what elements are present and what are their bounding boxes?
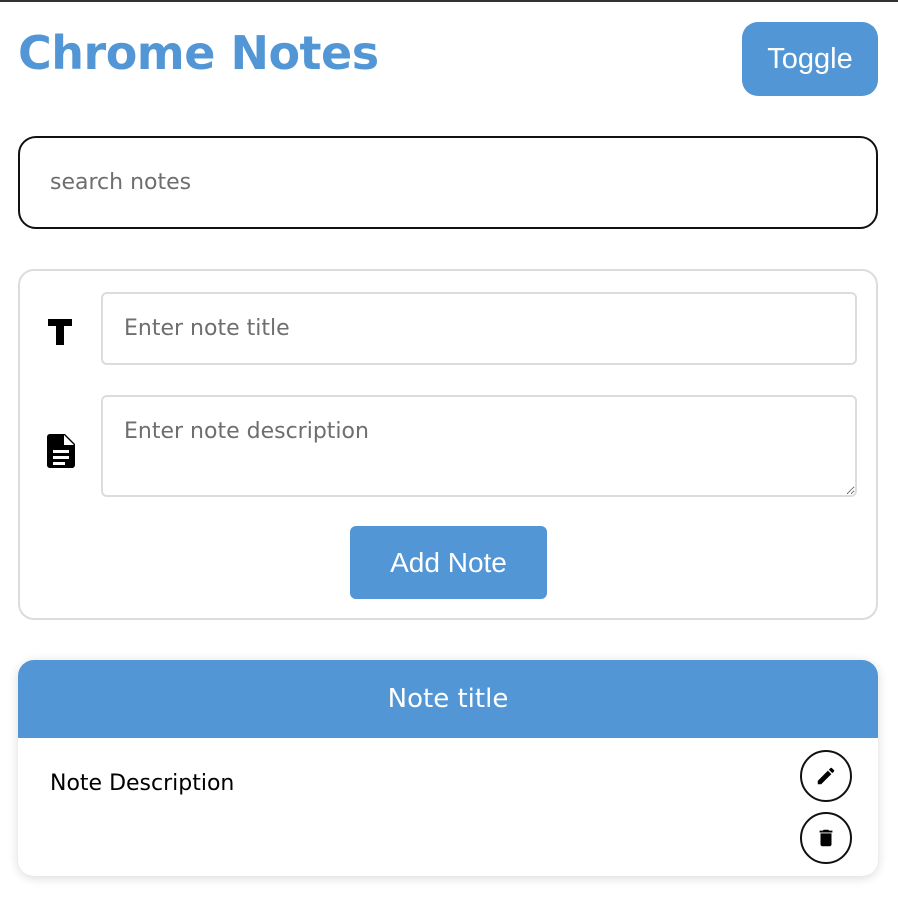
note-title: Note title [18, 660, 878, 738]
note-description: Note Description [50, 771, 235, 796]
app-header: Chrome Notes Toggle [18, 22, 878, 96]
window-top-border [0, 0, 898, 2]
pencil-icon [815, 765, 837, 787]
note-card: Note title Note Description [18, 660, 878, 876]
trash-icon [815, 827, 837, 849]
add-note-form: Add Note [18, 269, 878, 620]
note-description-input[interactable] [101, 395, 857, 497]
add-note-button[interactable]: Add Note [350, 526, 547, 599]
document-icon [46, 433, 76, 469]
toggle-button[interactable]: Toggle [742, 22, 878, 96]
note-title-input[interactable] [101, 292, 857, 365]
app-title: Chrome Notes [18, 26, 379, 80]
search-input[interactable] [18, 136, 878, 229]
text-title-icon [47, 315, 73, 347]
delete-note-button[interactable] [800, 812, 852, 864]
edit-note-button[interactable] [800, 750, 852, 802]
